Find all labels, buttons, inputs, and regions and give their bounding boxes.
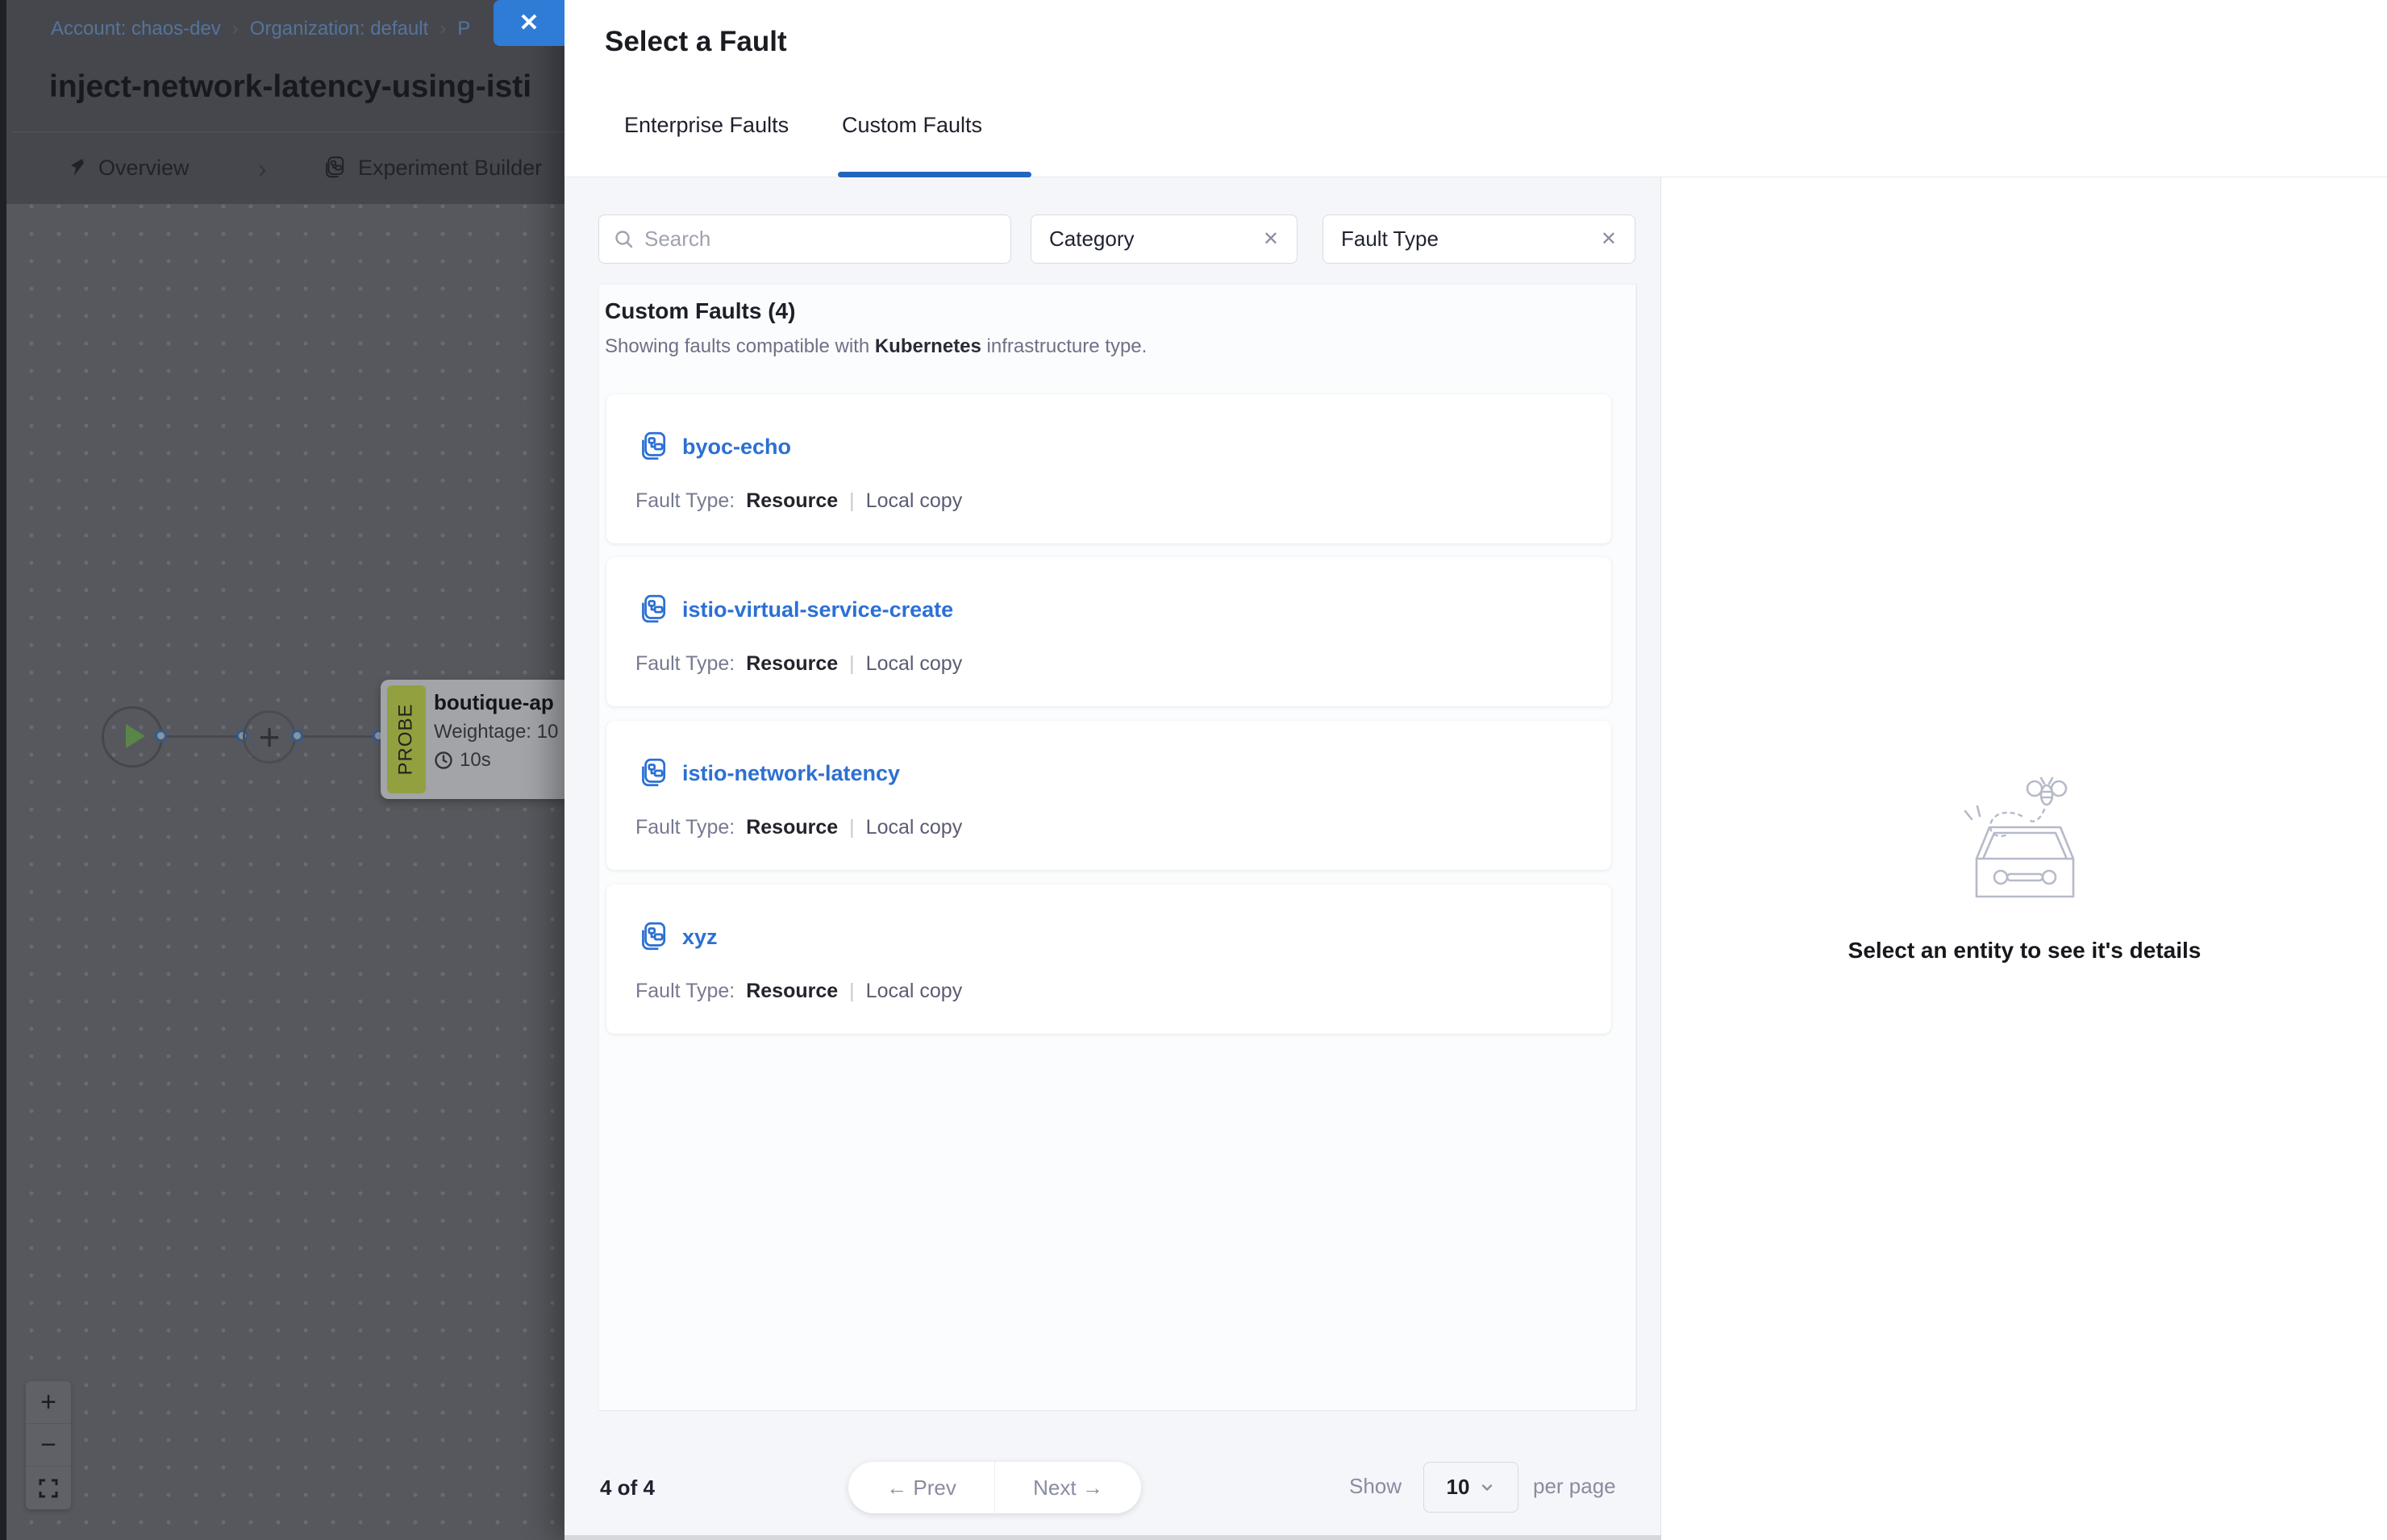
add-step-button[interactable]: + — [243, 710, 296, 764]
tab-experiment-builder-label: Experiment Builder — [358, 156, 542, 181]
fault-icon — [635, 593, 669, 626]
tab-chevron-icon: › — [258, 154, 267, 184]
fault-name-link[interactable]: istio-network-latency — [682, 761, 900, 786]
clear-fault-type-icon[interactable]: ✕ — [1601, 227, 1617, 251]
fault-icon — [635, 430, 669, 464]
chevron-down-icon — [1479, 1480, 1495, 1496]
fault-name-link[interactable]: istio-virtual-service-create — [682, 597, 953, 622]
tab-enterprise-faults[interactable]: Enterprise Faults — [624, 113, 789, 138]
plus-icon: + — [259, 718, 281, 755]
page-size-select[interactable]: 10 — [1423, 1462, 1518, 1513]
show-label: Show — [1349, 1474, 1402, 1499]
screen: Account: chaos-dev › Organization: defau… — [0, 0, 2387, 1540]
details-panel: Select an entity to see it's details — [1662, 177, 2387, 1540]
fault-icon — [635, 920, 669, 954]
pagination-buttons: ← Prev Next → — [848, 1462, 1141, 1513]
fault-card-istio-virtual-service-create[interactable]: istio-virtual-service-create Fault Type:… — [606, 557, 1611, 706]
zoom-in-button[interactable]: + — [26, 1381, 71, 1424]
fault-card-xyz[interactable]: xyz Fault Type: Resource | Local copy — [606, 884, 1611, 1034]
fault-list-heading: Custom Faults (4) — [605, 298, 795, 324]
probe-tag-label: PROBE — [395, 703, 418, 775]
per-page-label: per page — [1533, 1474, 1616, 1499]
select-fault-modal: ✕ Select a Fault Enterprise Faults Custo… — [564, 0, 2387, 1540]
zoom-out-button[interactable]: − — [26, 1424, 71, 1467]
breadcrumb-account-link[interactable]: Account: chaos-dev — [51, 18, 221, 40]
breadcrumb-org-link[interactable]: Organization: default — [250, 18, 428, 40]
modal-body: Category ✕ Fault Type ✕ Custom Faults (4… — [564, 177, 2387, 1540]
search-box — [598, 214, 1011, 264]
bottom-edge — [564, 1535, 1661, 1540]
prev-page-button[interactable]: ← Prev — [848, 1462, 995, 1513]
fault-meta: Fault Type: Resource | Local copy — [635, 489, 962, 513]
start-node[interactable] — [102, 706, 163, 768]
connector-line — [165, 735, 243, 738]
tab-overview-label: Overview — [98, 156, 190, 181]
overview-icon — [65, 156, 87, 179]
close-button[interactable]: ✕ — [494, 0, 564, 46]
fullscreen-button[interactable] — [26, 1467, 71, 1509]
connector-dot — [155, 730, 167, 742]
fault-card-byoc-echo[interactable]: byoc-echo Fault Type: Resource | Local c… — [606, 394, 1611, 543]
tab-experiment-builder[interactable]: Experiment Builder — [321, 131, 542, 204]
connector-dot — [291, 730, 303, 742]
tab-custom-faults[interactable]: Custom Faults — [842, 113, 982, 138]
probe-node-duration: 10s — [434, 749, 491, 772]
fault-type-filter[interactable]: Fault Type ✕ — [1323, 214, 1635, 264]
tab-overview[interactable]: Overview — [65, 131, 190, 204]
custom-faults-tab-underline — [838, 172, 1031, 177]
empty-state: Select an entity to see it's details — [1662, 774, 2387, 964]
page-title: inject-network-latency-using-isti — [49, 69, 531, 105]
fault-list-column: Category ✕ Fault Type ✕ Custom Faults (4… — [564, 177, 1661, 1540]
fault-name-link[interactable]: byoc-echo — [682, 435, 791, 460]
connector-line — [302, 735, 379, 738]
search-input[interactable] — [644, 227, 996, 252]
category-filter-label: Category — [1049, 227, 1135, 252]
breadcrumb: Account: chaos-dev › Organization: defau… — [51, 18, 470, 40]
play-icon — [126, 724, 145, 748]
fault-list-subtitle: Showing faults compatible with Kubernete… — [605, 335, 1147, 358]
fault-type-filter-label: Fault Type — [1341, 227, 1439, 252]
probe-node-card[interactable]: PROBE boutique-ap Weightage: 10 10s — [381, 680, 582, 799]
probe-node-title: boutique-ap — [434, 690, 554, 715]
next-page-button[interactable]: Next → — [995, 1462, 1141, 1513]
probe-tag: PROBE — [387, 685, 426, 793]
probe-node-weightage: Weightage: 10 — [434, 721, 558, 743]
modal-title: Select a Fault — [605, 26, 787, 58]
fault-name-link[interactable]: xyz — [682, 925, 718, 950]
fullscreen-icon — [38, 1478, 59, 1499]
clear-category-icon[interactable]: ✕ — [1263, 227, 1279, 251]
category-filter[interactable]: Category ✕ — [1031, 214, 1298, 264]
fault-meta: Fault Type: Resource | Local copy — [635, 980, 962, 1003]
fault-meta: Fault Type: Resource | Local copy — [635, 652, 962, 676]
scrollbar-track[interactable] — [1636, 284, 1637, 1411]
empty-drawer-illustration — [1944, 774, 2106, 911]
page-size-value: 10 — [1447, 1475, 1470, 1500]
breadcrumb-separator: › — [232, 18, 239, 40]
pagination-count: 4 of 4 — [600, 1475, 655, 1500]
clock-icon — [434, 751, 453, 770]
collapsed-sidebar-strip — [0, 0, 6, 1540]
probe-duration-label: 10s — [460, 749, 491, 772]
fault-icon — [635, 756, 669, 790]
breadcrumb-separator: › — [439, 18, 446, 40]
modal-header: Select a Fault Enterprise Faults Custom … — [564, 0, 2387, 177]
fault-meta: Fault Type: Resource | Local copy — [635, 816, 962, 839]
search-icon — [614, 229, 635, 250]
canvas-zoom-controls: + − — [26, 1381, 71, 1509]
experiment-builder-icon — [321, 155, 347, 181]
breadcrumb-project-link[interactable]: P — [457, 18, 470, 40]
empty-state-text: Select an entity to see it's details — [1662, 938, 2387, 964]
fault-card-istio-network-latency[interactable]: istio-network-latency Fault Type: Resour… — [606, 721, 1611, 870]
